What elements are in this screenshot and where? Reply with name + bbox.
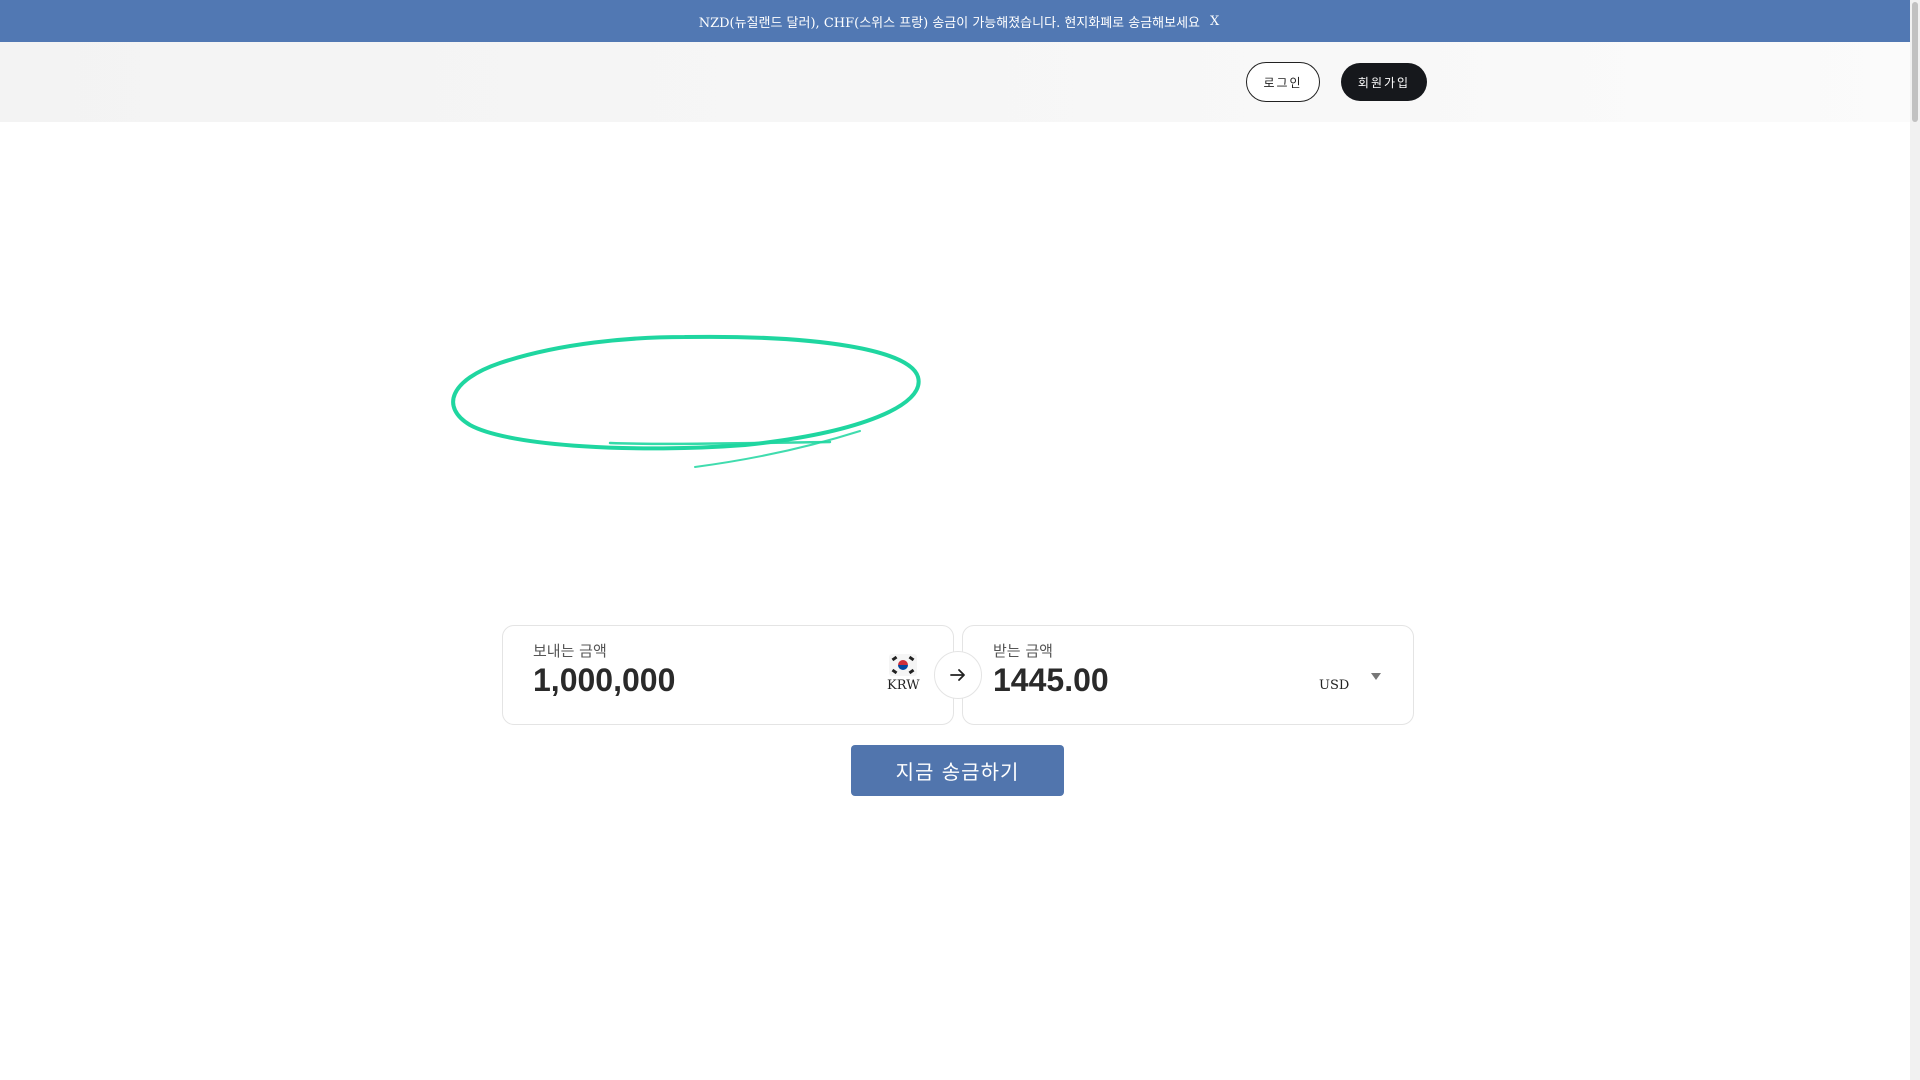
receive-amount-box: 받는 금액 USD xyxy=(962,625,1414,725)
announcement-banner: NZD(뉴질랜드 달러), CHF(스위스 프랑) 송금이 가능해졌습니다. 현… xyxy=(0,0,1920,42)
send-amount-box: 보내는 금액 KRW xyxy=(502,625,954,725)
receive-currency-code: USD xyxy=(1319,678,1350,693)
send-currency-code: KRW xyxy=(887,678,920,693)
signup-button[interactable]: 회원가입 xyxy=(1341,63,1427,101)
chevron-down-icon xyxy=(1371,673,1382,680)
banner-message: NZD(뉴질랜드 달러), CHF(스위스 프랑) 송금이 가능해졌습니다. 현… xyxy=(698,15,1201,31)
receive-currency-select[interactable]: USD xyxy=(1319,673,1382,693)
arrow-right-icon xyxy=(950,669,965,681)
scribble-ellipse xyxy=(451,334,921,468)
send-now-button[interactable]: 지금 송금하기 xyxy=(851,745,1064,796)
receive-amount-label: 받는 금액 xyxy=(993,642,1053,660)
korea-flag-icon xyxy=(889,654,918,676)
swap-button[interactable] xyxy=(934,651,982,699)
send-currency[interactable]: KRW xyxy=(887,654,920,693)
site-header: 로그인 회원가입 xyxy=(0,42,1915,122)
receive-amount-input[interactable] xyxy=(993,662,1293,699)
send-amount-label: 보내는 금액 xyxy=(533,642,607,660)
banner-close-button[interactable]: X xyxy=(1208,14,1221,29)
scrollbar-thumb[interactable] xyxy=(1912,2,1918,122)
page-scrollbar[interactable] xyxy=(1910,0,1920,1080)
login-button[interactable]: 로그인 xyxy=(1246,62,1320,102)
send-amount-input[interactable] xyxy=(533,662,833,699)
